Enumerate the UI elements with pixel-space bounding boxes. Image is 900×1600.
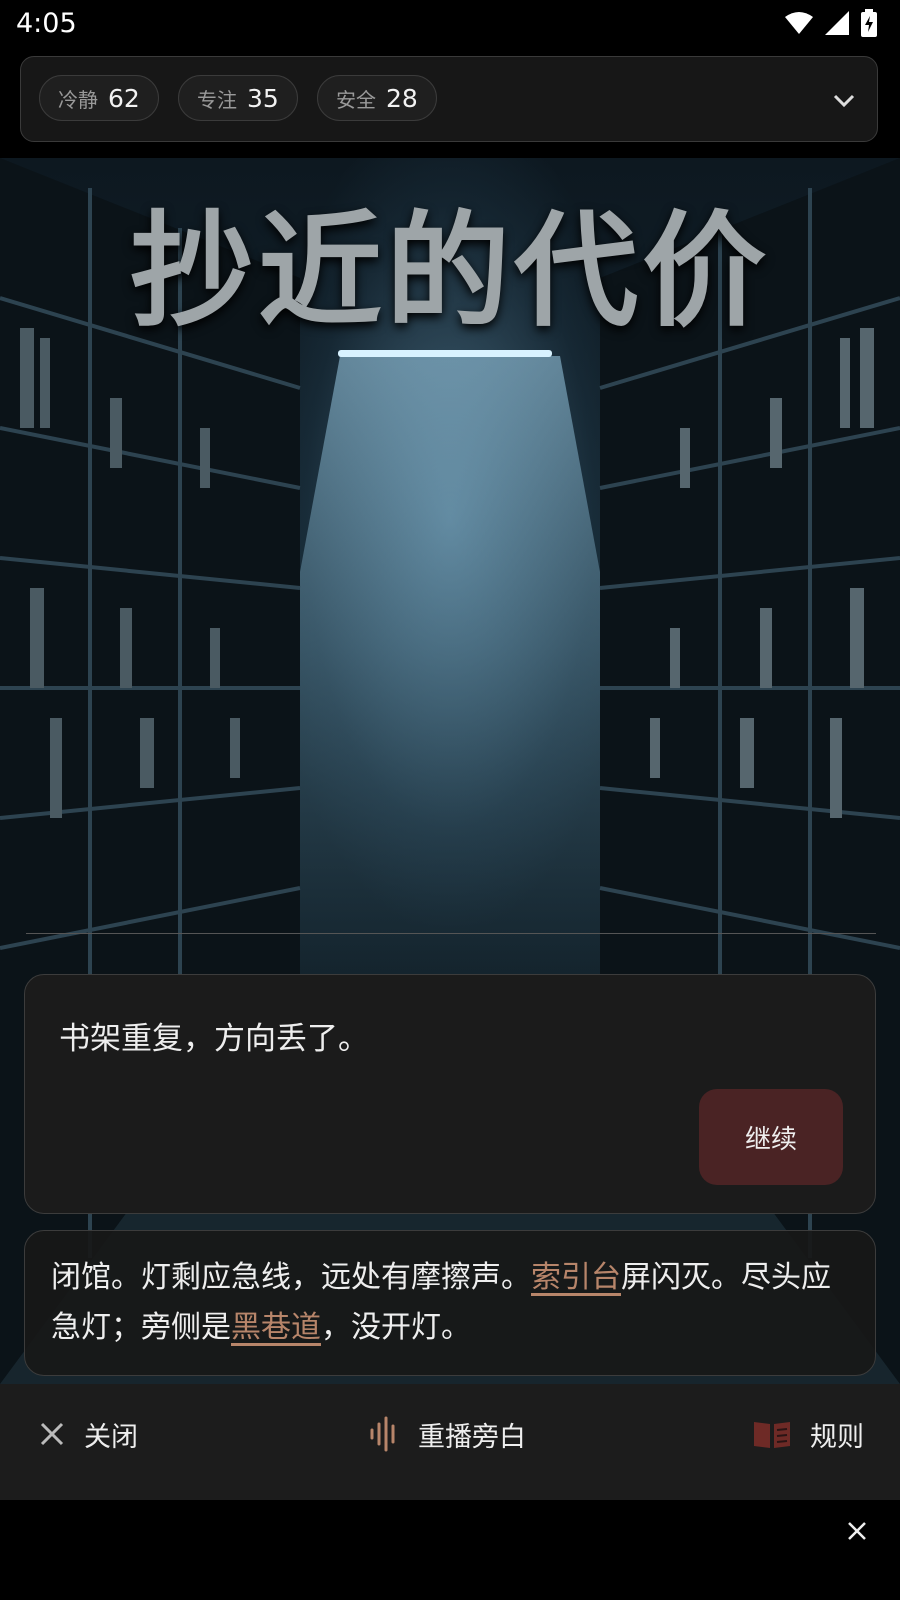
keyword-link-dark-alley[interactable]: 黑巷道 <box>231 1310 321 1345</box>
audio-wave-icon <box>370 1416 395 1452</box>
stats-panel[interactable]: 冷静 62 专注 35 安全 28 <box>20 56 878 142</box>
status-time: 4:05 <box>16 8 77 39</box>
stat-value: 28 <box>386 83 418 113</box>
close-icon <box>40 1422 64 1446</box>
dialog-card: 书架重复，方向丢了。 继续 <box>24 974 876 1214</box>
divider <box>26 933 876 934</box>
dialog-text: 书架重复，方向丢了。 <box>59 1021 369 1057</box>
signal-icon <box>825 11 849 35</box>
narration-text: ，没开灯。 <box>321 1310 471 1345</box>
replay-narration-label: 重播旁白 <box>418 1421 526 1453</box>
wifi-icon <box>785 12 813 34</box>
dismiss-icon[interactable] <box>846 1520 868 1542</box>
stat-chip-calm: 冷静 62 <box>39 75 159 121</box>
stat-value: 62 <box>108 83 140 113</box>
narration-text: 闭馆。灯剩应急线，远处有摩擦声。 <box>51 1260 531 1295</box>
bottom-bar: 关闭 重播旁白 规则 <box>0 1384 900 1500</box>
scene-title: 抄近的代价 <box>129 199 770 344</box>
keyword-link-index-desk[interactable]: 索引台 <box>531 1260 621 1295</box>
stat-label: 冷静 <box>58 87 98 112</box>
chevron-down-icon[interactable] <box>829 85 859 115</box>
replay-narration-button[interactable]: 重播旁白 <box>368 1384 526 1484</box>
system-nav-area <box>0 1500 900 1600</box>
rules-button[interactable]: 规则 <box>752 1384 864 1484</box>
continue-button[interactable]: 继续 <box>699 1089 843 1185</box>
status-icons <box>784 9 878 37</box>
stat-chip-safety: 安全 28 <box>317 75 437 121</box>
stat-chip-focus: 专注 35 <box>178 75 298 121</box>
stat-label: 安全 <box>336 87 376 112</box>
book-icon <box>754 1422 790 1448</box>
stat-label: 专注 <box>197 87 237 112</box>
narration-card: 闭馆。灯剩应急线，远处有摩擦声。索引台屏闪灭。尽头应急灯；旁侧是黑巷道，没开灯。 <box>24 1230 876 1376</box>
close-button[interactable]: 关闭 <box>38 1384 138 1484</box>
rules-label: 规则 <box>810 1421 864 1453</box>
battery-charging-icon <box>861 9 877 37</box>
close-label: 关闭 <box>84 1421 138 1453</box>
status-bar: 4:05 <box>0 0 900 48</box>
stat-value: 35 <box>247 83 279 113</box>
